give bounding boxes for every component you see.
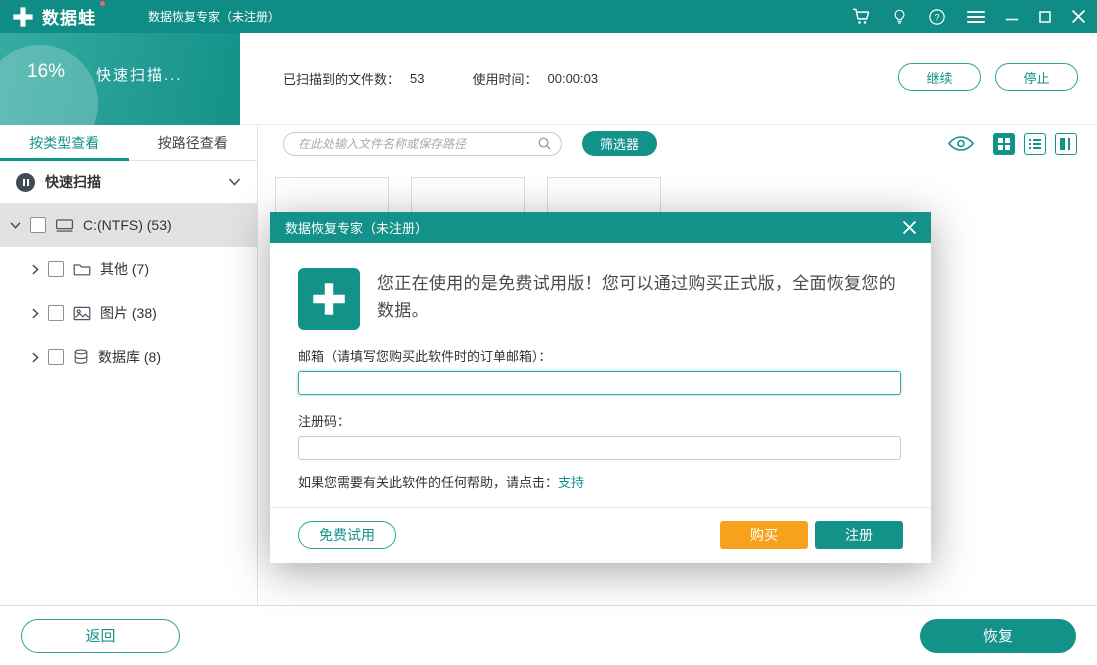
expander-right-icon[interactable] — [32, 352, 39, 363]
dialog-close-icon[interactable] — [903, 221, 916, 234]
app-logo-icon — [12, 6, 34, 28]
time-used-label: 使用时间： — [472, 69, 537, 88]
dialog-intro: 您正在使用的是免费试用版！您可以通过购买正式版，全面恢复您的数据。 — [298, 268, 901, 330]
register-button[interactable]: 注册 — [815, 521, 903, 549]
filter-button[interactable]: 筛选器 — [582, 131, 657, 156]
search-icon[interactable] — [537, 136, 552, 151]
tree-row-database[interactable]: 数据库 (8) — [0, 335, 257, 379]
close-icon[interactable] — [1072, 10, 1085, 23]
free-trial-button[interactable]: 免费试用 — [298, 521, 396, 549]
time-used-value: 00:00:03 — [548, 71, 599, 86]
tree-row-drive-c[interactable]: C:(NTFS) (53) — [0, 203, 257, 247]
app-name: 数据蛙 — [42, 4, 96, 29]
tree-row-images[interactable]: 图片 (38) — [0, 291, 257, 335]
view-controls — [948, 133, 1077, 155]
expander-right-icon[interactable] — [32, 308, 39, 319]
checkbox-images[interactable] — [48, 305, 64, 321]
dialog-titlebar: 数据恢复专家（未注册） — [270, 212, 931, 243]
tab-view-by-path[interactable]: 按路径查看 — [129, 125, 258, 160]
toolbar: 筛选器 — [258, 125, 1097, 162]
column-view-icon[interactable] — [1055, 133, 1077, 155]
dialog-app-logo-icon — [298, 268, 360, 330]
email-field[interactable] — [298, 371, 901, 395]
recover-button[interactable]: 恢复 — [920, 619, 1076, 653]
tree-label: 图片 (38) — [100, 303, 157, 323]
quick-scan-label: 快速扫描 — [45, 172, 218, 192]
tree-label: 数据库 (8) — [98, 347, 161, 367]
list-view-icon[interactable] — [1024, 133, 1046, 155]
checkbox-other[interactable] — [48, 261, 64, 277]
support-link[interactable]: 支持 — [558, 475, 584, 490]
search-box — [283, 132, 562, 156]
help-icon[interactable]: ? — [928, 8, 946, 26]
scan-status-label: 快速扫描... — [96, 64, 183, 85]
minimize-icon[interactable] — [1006, 11, 1018, 23]
email-label: 邮箱（请填写您购买此软件时的订单邮箱）： — [298, 346, 901, 365]
expander-down-icon[interactable] — [10, 222, 21, 229]
tab-view-by-type[interactable]: 按类型查看 — [0, 125, 129, 160]
bottom-bar: 返回 恢复 — [0, 605, 1097, 665]
database-icon — [73, 349, 89, 365]
maximize-icon[interactable] — [1039, 11, 1051, 23]
dialog-footer: 免费试用 购买 注册 — [270, 507, 931, 563]
tree-row-other[interactable]: 其他 (7) — [0, 247, 257, 291]
tree-label: C:(NTFS) (53) — [83, 217, 172, 233]
back-button[interactable]: 返回 — [21, 619, 180, 653]
continue-button[interactable]: 继续 — [898, 63, 981, 91]
menu-icon[interactable] — [967, 10, 985, 24]
titlebar: 数据蛙 数据恢复专家（未注册） ? — [0, 0, 1097, 33]
dialog-message: 您正在使用的是免费试用版！您可以通过购买正式版，全面恢复您的数据。 — [377, 268, 901, 324]
sidebar-tabs: 按类型查看 按路径查看 — [0, 125, 257, 161]
quick-scan-row[interactable]: 快速扫描 — [0, 161, 257, 203]
grid-view-icon[interactable] — [993, 133, 1015, 155]
expander-right-icon[interactable] — [32, 264, 39, 275]
progress-percent: 16% — [27, 61, 65, 83]
sidebar: 按类型查看 按路径查看 快速扫描 C:(NTFS) (53) — [0, 125, 258, 605]
drive-icon — [55, 217, 74, 234]
scan-progress-block: 16% 快速扫描... — [0, 33, 240, 125]
dialog-title: 数据恢复专家（未注册） — [285, 218, 428, 237]
svg-text:?: ? — [934, 12, 939, 22]
app-subtitle: 数据恢复专家（未注册） — [148, 8, 280, 25]
scan-header: 16% 快速扫描... 已扫描到的文件数： 53 使用时间： 00:00:03 … — [0, 33, 1097, 125]
preview-eye-icon[interactable] — [948, 135, 974, 152]
register-code-field[interactable] — [298, 436, 901, 460]
progress-circle — [0, 45, 98, 125]
folder-icon — [73, 262, 91, 277]
scan-buttons: 继续 停止 — [898, 63, 1078, 91]
scan-stats: 已扫描到的文件数： 53 使用时间： 00:00:03 — [240, 69, 598, 88]
buy-button[interactable]: 购买 — [720, 521, 808, 549]
dialog-help-text: 如果您需要有关此软件的任何帮助，请点击：支持 — [298, 472, 901, 491]
cart-icon[interactable] — [852, 7, 871, 26]
stop-button[interactable]: 停止 — [995, 63, 1078, 91]
files-scanned-value: 53 — [410, 71, 424, 86]
code-label: 注册码： — [298, 411, 901, 430]
dialog-body: 您正在使用的是免费试用版！您可以通过购买正式版，全面恢复您的数据。 邮箱（请填写… — [270, 243, 931, 491]
trademark-dot — [100, 1, 105, 6]
bulb-icon[interactable] — [892, 7, 907, 26]
checkbox-drive-c[interactable] — [30, 217, 46, 233]
registration-dialog: 数据恢复专家（未注册） 您正在使用的是免费试用版！您可以通过购买正式版，全面恢复… — [270, 212, 931, 563]
pause-icon[interactable] — [16, 173, 35, 192]
chevron-down-icon[interactable] — [228, 178, 241, 186]
titlebar-icons: ? — [852, 7, 1085, 26]
tree-label: 其他 (7) — [100, 259, 149, 279]
search-input[interactable] — [296, 136, 537, 152]
image-icon — [73, 306, 91, 321]
app-window: 数据蛙 数据恢复专家（未注册） ? — [0, 0, 1097, 665]
files-scanned-label: 已扫描到的文件数： — [283, 69, 400, 88]
checkbox-database[interactable] — [48, 349, 64, 365]
